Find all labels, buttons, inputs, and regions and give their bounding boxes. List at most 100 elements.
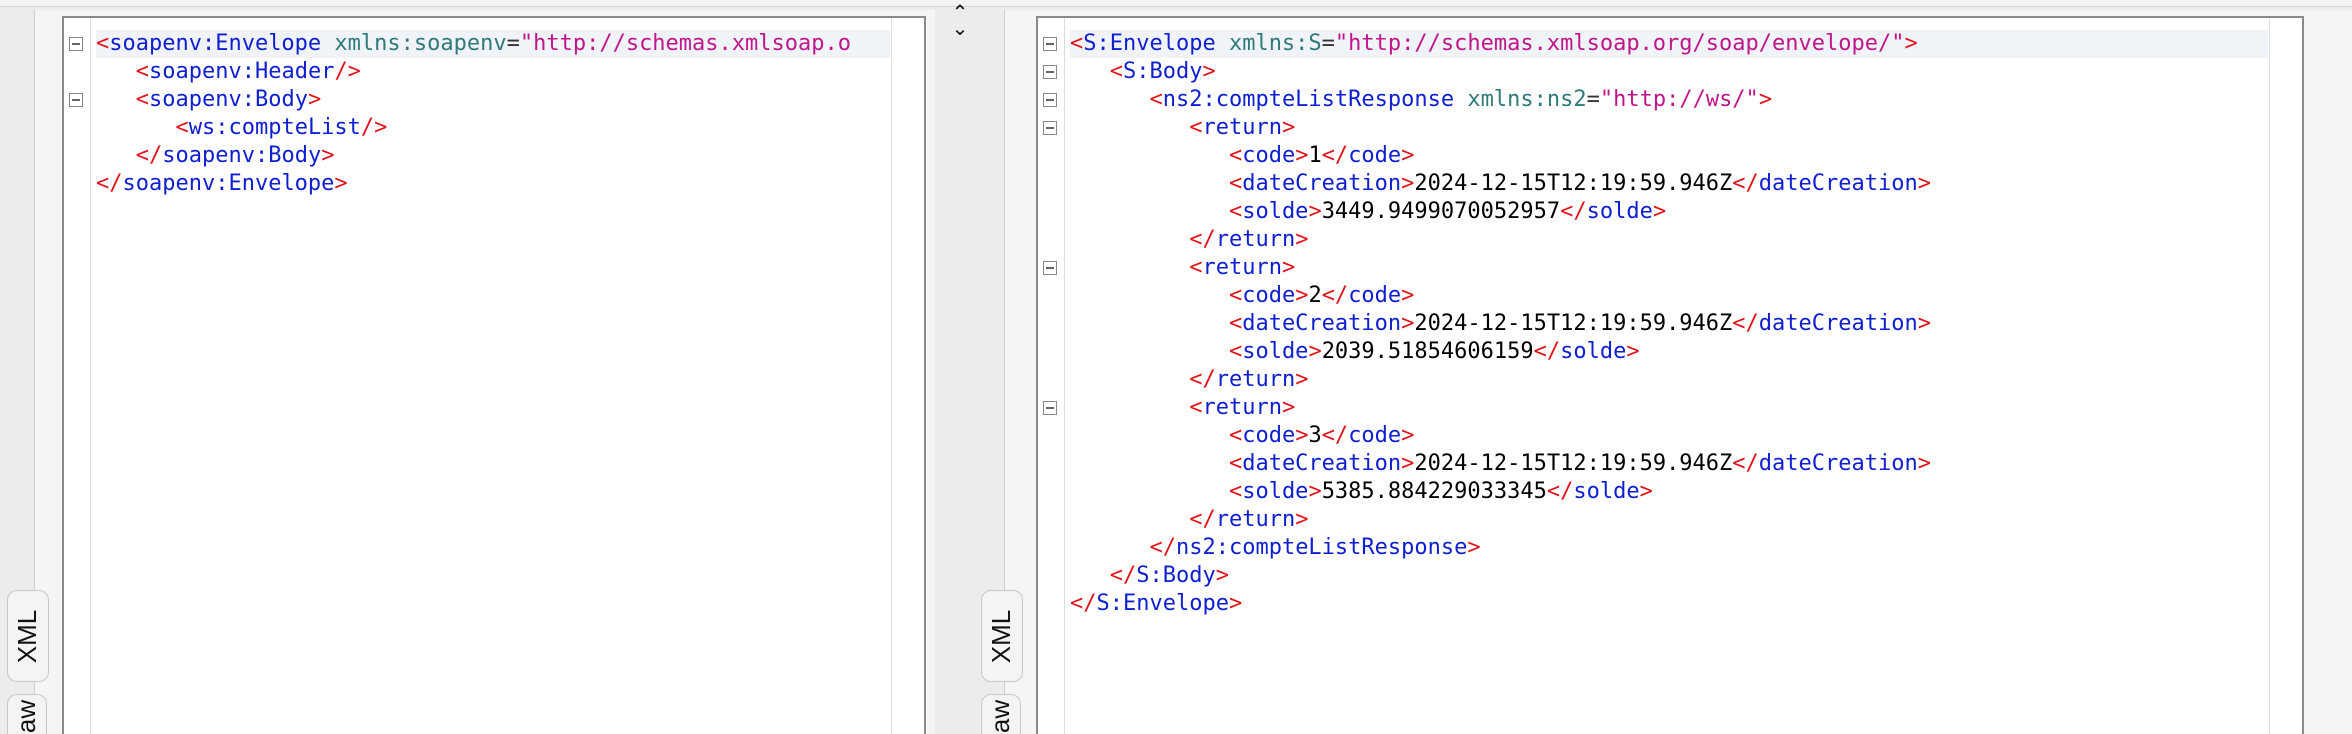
fold-collapse-icon[interactable] [1043,261,1057,275]
collapse-arrows-icon[interactable]: ⌃ ⌄ [950,2,970,46]
token-br: </ [1321,283,1349,308]
code-line: <soapenv:Header/> [96,58,890,86]
token-br: < [1189,395,1203,420]
token-br: < [1228,479,1243,504]
token-tag: solde [1586,199,1653,224]
token-br: > [1467,535,1481,560]
token-tag: return [1202,395,1282,420]
request-tab-raw[interactable]: aw [7,694,47,734]
token-br: > [1917,171,1931,196]
response-tab-raw[interactable]: aw [981,694,1021,734]
token-br: > [1295,507,1309,532]
token-tag: soapenv:Envelope [109,31,322,56]
code-line: <S:Envelope xmlns:S="http://schemas.xmls… [1070,30,2268,58]
token-tag: dateCreation [1242,311,1402,336]
request-tab-raw-label: aw [11,699,42,734]
token-br: > [1281,255,1296,280]
request-tab-xml[interactable]: XML [7,590,49,682]
code-line: </return> [1070,506,2268,534]
token-tag: S:Envelope [1083,31,1216,56]
fold-collapse-icon[interactable] [69,37,83,51]
token-br: > [1917,311,1931,336]
token-tag: soapenv:Envelope [122,171,335,196]
code-line: <dateCreation>2024-12-15T12:19:59.946Z</… [1070,170,2268,198]
token-attr: xmlns:ns2 [1467,87,1587,112]
token-tag: dateCreation [1242,171,1402,196]
code-line: <soapenv:Envelope xmlns:soapenv="http://… [96,30,890,58]
token-br: </ [1189,367,1216,392]
code-line: <code>3</code> [1070,422,2268,450]
code-line: <code>2</code> [1070,282,2268,310]
token-br: > [1308,479,1322,504]
code-line: <return> [1070,254,2268,282]
token-br: > [1215,563,1229,588]
token-br: </ [1189,227,1216,252]
code-line: <S:Body> [1070,58,2268,86]
token-tag: ws:compteList [188,115,361,140]
response-tab-xml[interactable]: XML [981,590,1023,682]
token-text: 2024-12-15T12:19:59.946Z [1414,451,1733,476]
token-br: < [135,59,149,84]
soap-ui-workspace: XML aw <soapenv:Envelope xmlns:soapenv="… [0,0,2352,734]
request-scrollbar[interactable] [891,18,924,734]
token-br: < [175,115,189,140]
fold-collapse-icon[interactable] [1043,37,1057,51]
fold-collapse-icon[interactable] [1043,401,1057,415]
token-br: </ [1321,143,1349,168]
fold-collapse-icon[interactable] [1043,65,1057,79]
token-text: 2024-12-15T12:19:59.946Z [1414,171,1733,196]
response-tab-raw-label: aw [985,699,1016,734]
token-br: > [1295,143,1309,168]
token-br: > [1904,31,1918,56]
token-br: /> [334,59,361,84]
token-br: > [1308,199,1322,224]
token-br: </ [1070,591,1097,616]
response-scrollbar[interactable] [2269,18,2302,734]
token-tag: soapenv:Body [149,87,308,112]
request-xml-editor[interactable]: <soapenv:Envelope xmlns:soapenv="http://… [62,16,926,734]
token-eq: = [506,31,520,56]
token-br: > [1295,423,1309,448]
token-br: > [1401,143,1415,168]
token-tag: dateCreation [1758,451,1918,476]
response-tab-xml-label: XML [986,609,1017,663]
token-br: > [1228,591,1243,616]
request-code-lines: <soapenv:Envelope xmlns:soapenv="http://… [96,30,890,198]
token-sp [1216,31,1229,56]
token-br: < [1228,143,1243,168]
token-br: > [1401,171,1415,196]
code-line: </S:Body> [1070,562,2268,590]
token-br: > [321,143,335,168]
token-br: < [1228,283,1243,308]
response-xml-editor[interactable]: <S:Envelope xmlns:S="http://schemas.xmls… [1036,16,2304,734]
token-br: </ [135,143,163,168]
token-br: > [334,171,348,196]
token-tag: code [1348,283,1402,308]
token-tag: dateCreation [1758,171,1918,196]
token-br: /> [360,115,388,140]
token-br: </ [1732,451,1759,476]
token-tag: return [1215,367,1296,392]
token-br: > [1401,423,1415,448]
token-br: < [1228,339,1243,364]
fold-collapse-icon[interactable] [1043,93,1057,107]
token-br: > [1295,227,1309,252]
fold-collapse-icon[interactable] [1043,121,1057,135]
fold-collapse-icon[interactable] [69,93,83,107]
token-tag: S:Body [1123,59,1203,84]
token-tag: ns2:compteListResponse [1162,87,1455,112]
token-text: 3449.9499070052957 [1321,199,1561,224]
